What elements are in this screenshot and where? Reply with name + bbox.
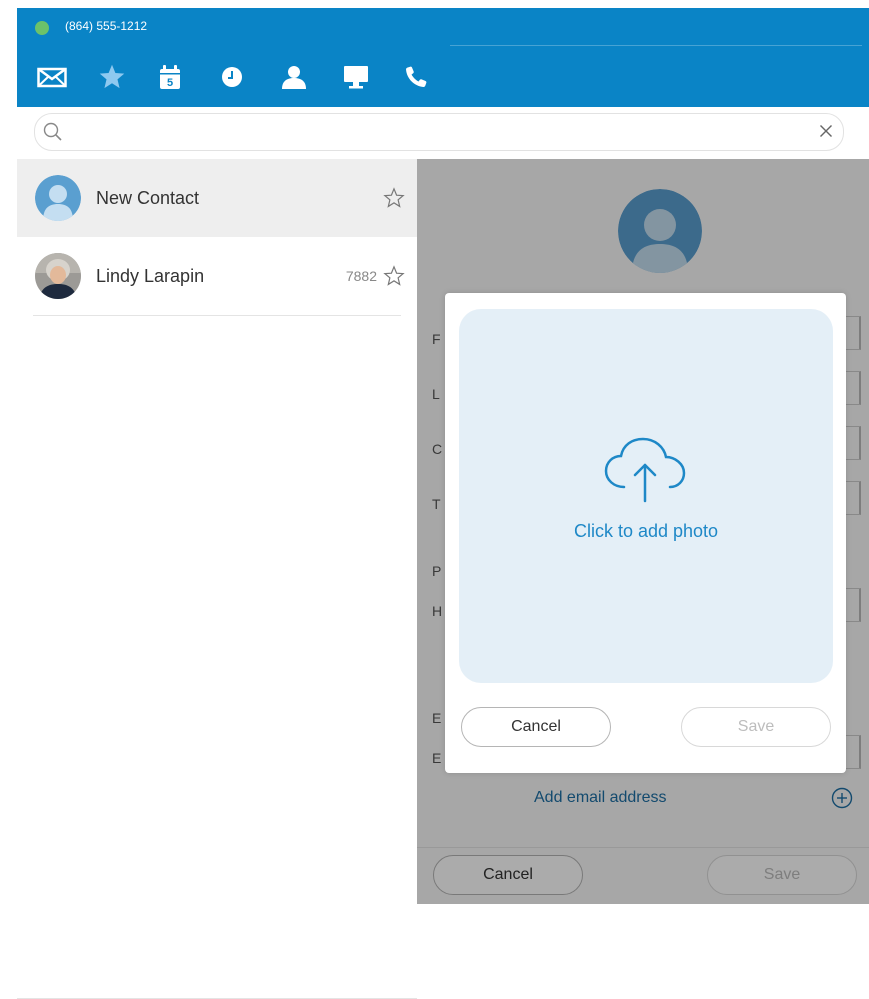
phone-icon bbox=[406, 66, 427, 87]
envelope-icon bbox=[37, 67, 67, 88]
nav-history[interactable] bbox=[220, 63, 281, 91]
contact-list: New Contact Lindy Larapin 7882 bbox=[17, 159, 417, 999]
nav-calendar[interactable]: 5 bbox=[159, 63, 220, 91]
close-icon[interactable] bbox=[819, 124, 833, 138]
search-icon bbox=[43, 122, 62, 141]
add-photo-modal: Click to add photo Cancel Save bbox=[445, 293, 846, 773]
header-divider bbox=[450, 45, 862, 46]
modal-cancel-button[interactable]: Cancel bbox=[461, 707, 611, 747]
nav-contacts[interactable] bbox=[281, 63, 342, 91]
main-nav: 5 bbox=[37, 63, 464, 91]
clock-icon bbox=[222, 67, 242, 87]
contact-extension: 7882 bbox=[345, 268, 377, 284]
phone-app: (864) 555-1212 5 New Contact Lindy Larap… bbox=[17, 8, 869, 999]
presence-status-dot[interactable] bbox=[35, 21, 49, 35]
nav-calls[interactable] bbox=[403, 63, 464, 91]
search-bar bbox=[34, 113, 844, 151]
photo-dropzone[interactable]: Click to add photo bbox=[459, 309, 833, 683]
dropzone-label: Click to add photo bbox=[573, 521, 719, 541]
monitor-icon bbox=[344, 66, 368, 89]
phone-number: (864) 555-1212 bbox=[65, 19, 148, 33]
calendar-icon: 5 bbox=[160, 65, 180, 89]
modal-save-button[interactable]: Save bbox=[681, 707, 831, 747]
contact-name: Lindy Larapin bbox=[96, 265, 205, 286]
nav-favorites[interactable] bbox=[98, 63, 159, 91]
avatar bbox=[35, 175, 81, 221]
star-icon bbox=[99, 64, 125, 89]
avatar bbox=[35, 253, 81, 299]
nav-meetings[interactable] bbox=[342, 63, 403, 91]
calendar-day: 5 bbox=[167, 77, 173, 89]
favorite-star-icon[interactable] bbox=[383, 265, 405, 287]
search-input[interactable] bbox=[77, 120, 781, 146]
cloud-upload-icon bbox=[604, 437, 686, 503]
app-header: (864) 555-1212 5 bbox=[17, 8, 869, 107]
list-item-new-contact[interactable]: New Contact bbox=[17, 159, 417, 237]
list-item-lindy-larapin[interactable]: Lindy Larapin 7882 bbox=[33, 237, 405, 316]
favorite-star-icon[interactable] bbox=[383, 187, 405, 209]
contact-name: New Contact bbox=[96, 187, 200, 208]
person-icon bbox=[282, 66, 306, 89]
nav-messages[interactable] bbox=[37, 63, 98, 91]
